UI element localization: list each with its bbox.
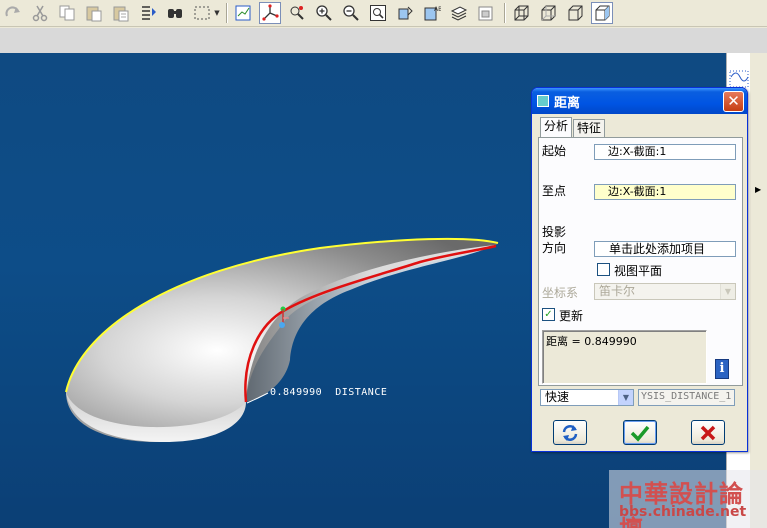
analysis-panel: 起始 边:X-截面:1 至点 边:X-截面:1 投影 方向 单击此处添加项目 视… [538, 137, 743, 386]
dialog-tabs: 分析 特征 [540, 117, 606, 137]
checkmark-icon [630, 425, 650, 442]
to-label: 至点 [542, 184, 567, 198]
datum-display-icon[interactable] [232, 2, 254, 24]
cancel-icon [700, 425, 716, 440]
direction-selector[interactable]: 单击此处添加项目 [594, 241, 736, 257]
select-box-icon[interactable] [191, 2, 213, 24]
cancel-button[interactable] [691, 420, 725, 445]
direction-label: 方向 [542, 241, 567, 255]
select-dropdown-icon[interactable]: ▼ [214, 2, 220, 24]
copy-icon[interactable] [56, 2, 78, 24]
paste-special-icon[interactable] [110, 2, 132, 24]
result-text: 距离 = 0.849990 [546, 335, 637, 348]
toolbar-separator [226, 3, 227, 23]
tab-feature[interactable]: 特征 [573, 119, 606, 137]
redo-icon[interactable] [2, 2, 24, 24]
view-plane-label: 视图平面 [614, 264, 663, 278]
refresh-icon [562, 424, 578, 441]
mode-select[interactable]: 快速 ▼ [540, 389, 634, 406]
csys-value: 笛卡尔 [599, 284, 636, 298]
cut-icon[interactable] [29, 2, 51, 24]
chevron-right-icon[interactable]: ▶ [755, 185, 761, 194]
saved-views-icon[interactable]: AB [421, 2, 443, 24]
spin-center-icon[interactable] [259, 2, 281, 24]
from-label: 起始 [542, 144, 567, 158]
zoom-in-icon[interactable] [313, 2, 335, 24]
dialog-title: 距离 [554, 95, 581, 111]
close-button[interactable]: ✕ [723, 90, 744, 112]
zoom-out-icon[interactable] [340, 2, 362, 24]
close-icon: ✕ [727, 92, 740, 110]
layers-icon[interactable] [448, 2, 470, 24]
refit-icon[interactable] [367, 2, 389, 24]
wireframe-icon[interactable] [510, 2, 532, 24]
view-plane-checkbox[interactable] [597, 263, 610, 276]
spin-icon[interactable] [286, 2, 308, 24]
svg-text:AB: AB [434, 6, 441, 13]
find-icon[interactable] [164, 2, 186, 24]
main-toolbar: ▼ AB [0, 0, 767, 27]
toolbar-separator [504, 3, 505, 23]
dialog-titlebar[interactable]: 距离 ✕ [532, 88, 747, 114]
model-tree-icon[interactable] [475, 2, 497, 24]
update-checkbox[interactable]: ✓ [542, 308, 555, 321]
paste-icon[interactable] [83, 2, 105, 24]
analysis-name-field[interactable]: YSIS_DISTANCE_1 [638, 389, 735, 406]
no-hidden-icon[interactable] [564, 2, 586, 24]
projection-label: 投影 [542, 225, 567, 239]
repeat-button[interactable] [553, 420, 587, 445]
shading-icon[interactable] [591, 2, 613, 24]
dialog-app-icon [537, 95, 549, 107]
chevron-down-icon: ▼ [618, 390, 633, 405]
info-icon[interactable]: i [715, 359, 729, 379]
result-display: 距离 = 0.849990 [542, 330, 707, 384]
csys-label: 坐标系 [542, 286, 579, 300]
mode-value: 快速 [545, 390, 570, 404]
distance-dialog: 距离 ✕ 分析 特征 起始 边:X-截面:1 至点 边:X-截面:1 投影 方向… [531, 87, 748, 452]
toolbar-band [0, 28, 767, 53]
forum-watermark: 中華設計論壇 bbs.chinade.net [609, 470, 767, 528]
regenerate-icon[interactable] [137, 2, 159, 24]
ok-button[interactable] [623, 420, 657, 445]
to-field[interactable]: 边:X-截面:1 [594, 184, 736, 200]
csys-select[interactable]: 笛卡尔 ▼ [594, 283, 736, 300]
tab-analysis[interactable]: 分析 [540, 117, 573, 137]
reorient-icon[interactable] [394, 2, 416, 24]
from-field[interactable]: 边:X-截面:1 [594, 144, 736, 160]
checkmark-icon: ✓ [544, 309, 553, 320]
chevron-down-icon: ▼ [720, 284, 735, 299]
distance-dimension-label: 0.849990 DISTANCE [270, 387, 388, 398]
update-label: 更新 [559, 309, 584, 323]
watermark-url: bbs.chinade.net [619, 504, 747, 520]
hidden-line-icon[interactable] [537, 2, 559, 24]
